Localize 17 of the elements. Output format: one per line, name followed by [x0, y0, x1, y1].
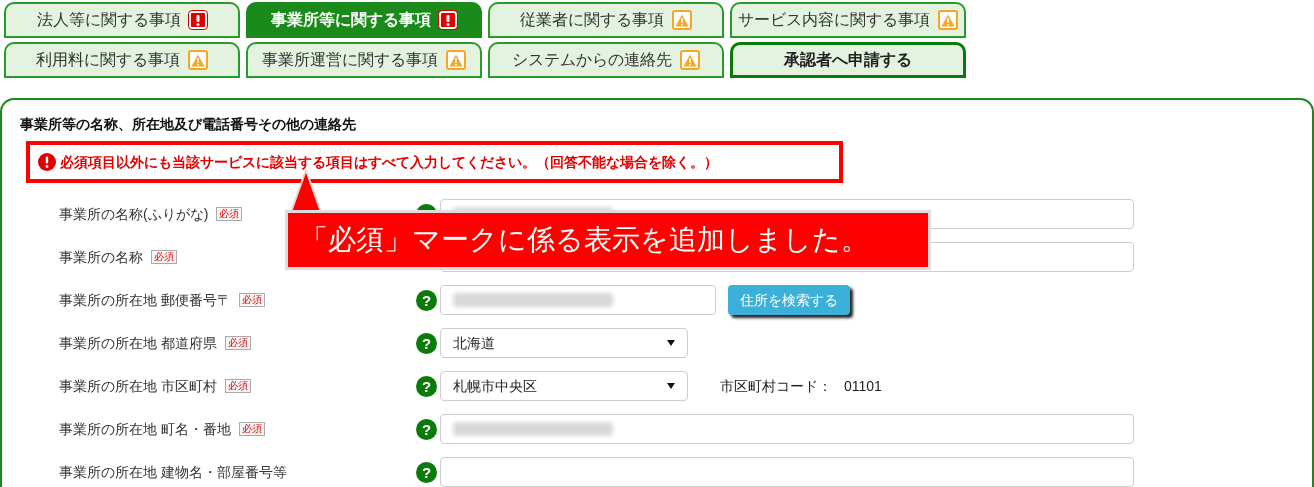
required-badge: 必須: [151, 250, 177, 264]
field-label: 事業所の所在地 都道府県: [59, 333, 217, 353]
field-label: 事業所の名称(ふりがな): [59, 204, 209, 224]
field-label: 事業所の所在地 建物名・部屋番号等: [59, 462, 287, 482]
field-label: 事業所の所在地 郵便番号〒: [59, 290, 231, 310]
field-label: 事業所の所在地 市区町村: [59, 376, 217, 396]
section-title: 事業所等の名称、所在地及び電話番号その他の連絡先: [20, 115, 357, 134]
required-badge: 必須: [238, 293, 265, 307]
required-badge: 必須: [224, 379, 251, 393]
required-badge: 必須: [224, 336, 251, 350]
required-badge: 必須: [216, 207, 243, 221]
code-value: 01101: [844, 376, 882, 396]
notice-banner: 必須項目以外にも当該サービスに該当する項目はすべて入力してください。（回答不能な場合を除く。）: [26, 141, 843, 183]
code-label: 市区町村コード：: [720, 376, 832, 396]
required-badge: 必須: [238, 422, 265, 436]
field-label: 事業所の名称: [59, 247, 143, 267]
field-label: 事業所の所在地 町名・番地: [59, 419, 231, 439]
